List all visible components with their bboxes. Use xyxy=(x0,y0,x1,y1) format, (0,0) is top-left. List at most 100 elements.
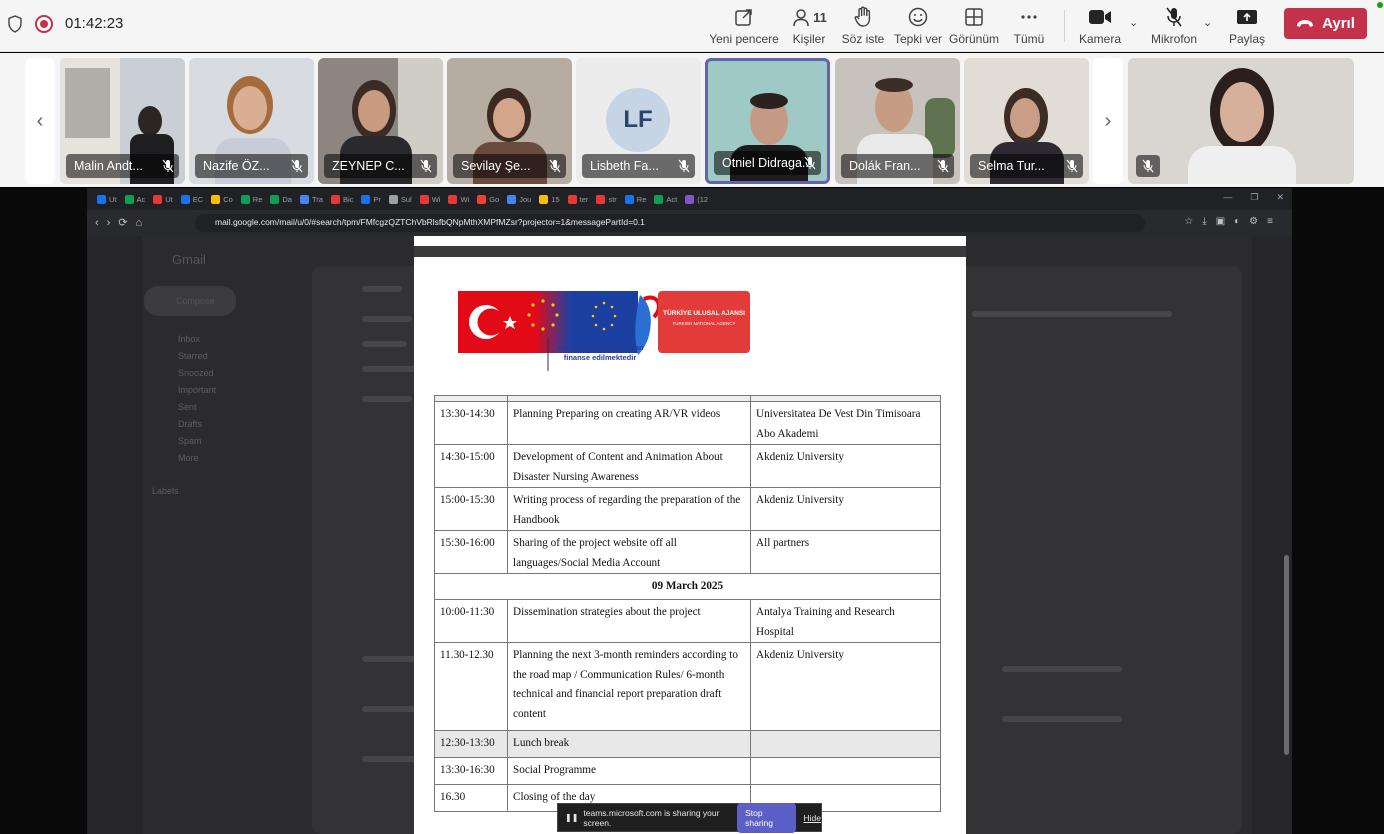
browser-tab[interactable]: Ut xyxy=(149,191,177,207)
muted-mic-icon xyxy=(678,159,690,173)
tab-title: str xyxy=(608,194,617,204)
browser-tab[interactable]: Go xyxy=(473,191,503,207)
browser-tab[interactable]: EC xyxy=(177,191,207,207)
time-cell: 12:30-13:30 xyxy=(434,730,508,758)
view-button[interactable]: Görünüm xyxy=(948,5,1000,49)
browser-tab[interactable]: (12 xyxy=(681,191,712,207)
browser-tab[interactable]: Re xyxy=(621,191,651,207)
browser-tab[interactable]: Act xyxy=(650,191,681,207)
gmail-folder[interactable]: Important xyxy=(178,385,288,397)
participant-tile[interactable]: ZEYNEP C... xyxy=(318,58,443,184)
table-row: 12:30-13:30 Lunch break xyxy=(434,730,941,758)
nav-buttons[interactable]: ‹›⟳⌂ xyxy=(95,216,150,229)
gmail-labels-heading: Labels xyxy=(152,486,179,496)
time-cell: 13:30-16:30 xyxy=(434,757,508,785)
tab-title: 15 xyxy=(551,194,560,204)
participant-tile[interactable]: Selma Tur... xyxy=(964,58,1089,184)
responsible-cell xyxy=(750,730,941,758)
participant-tile[interactable]: Sevilay Şe... xyxy=(447,58,572,184)
browser-tab[interactable]: Wi xyxy=(444,191,473,207)
tab-favicon-icon xyxy=(567,194,577,204)
toolbar-divider xyxy=(1064,10,1065,42)
participants-strip: ‹ Malin Andt... Nazife ÖZ... ZEYNEP C...… xyxy=(0,53,1384,187)
tab-favicon-icon xyxy=(388,194,398,204)
compose-button[interactable]: Compose xyxy=(144,286,236,316)
raise-hand-button[interactable]: Söz iste xyxy=(840,5,886,49)
browser-tab[interactable]: Jou xyxy=(503,191,535,207)
participant-tile[interactable]: Malin Andt... xyxy=(60,58,185,184)
browser-tab[interactable]: Wi xyxy=(416,191,445,207)
tab-title: Wi xyxy=(431,194,441,204)
responsible-cell: All partners xyxy=(750,530,941,574)
share-button[interactable]: Paylaş xyxy=(1228,5,1266,49)
react-label: Tepki ver xyxy=(893,32,943,46)
recording-icon xyxy=(35,15,53,33)
more-dots-icon xyxy=(1019,5,1039,29)
browser-tab[interactable]: str xyxy=(592,191,620,207)
camera-button[interactable]: Kamera xyxy=(1078,5,1122,49)
participant-tile-active-speaker[interactable]: Otniel Didraga... xyxy=(705,58,830,184)
schedule-table: 13:30-14:30 Planning Preparing on creati… xyxy=(434,395,941,812)
browser-tab[interactable]: Sul xyxy=(385,191,416,207)
gmail-folder[interactable]: Spam xyxy=(178,436,288,448)
restore-icon[interactable]: ❐ xyxy=(1250,192,1258,203)
tab-title: Wi xyxy=(460,194,470,204)
self-view-tile[interactable] xyxy=(1128,58,1354,184)
participant-tile[interactable]: Dolák Fran... xyxy=(835,58,960,184)
browser-tab[interactable]: ter xyxy=(564,191,593,207)
participant-tile[interactable]: Nazife ÖZ... xyxy=(189,58,314,184)
tab-title: Bic xyxy=(342,194,354,204)
browser-window: Ut Ac Ut EC Co Re Da Tra Bic Pr Sul Wi Wi Go Jou 15 ter s… xyxy=(87,188,1292,834)
tab-title: Ut xyxy=(109,194,117,204)
camera-options-chevron-icon[interactable]: ⌄ xyxy=(1129,16,1138,29)
gmail-folder[interactable]: Sent xyxy=(178,402,288,414)
tab-favicon-icon xyxy=(624,194,634,204)
next-participants-button[interactable]: › xyxy=(1093,58,1123,184)
shared-screen: Ut Ac Ut EC Co Re Da Tra Bic Pr Sul Wi Wi Go Jou 15 ter s… xyxy=(0,188,1384,834)
gmail-folder[interactable]: Snoozed xyxy=(178,368,288,380)
mic-button[interactable]: Mikrofon xyxy=(1150,5,1198,49)
browser-tab[interactable]: Pr xyxy=(357,191,385,207)
address-bar[interactable]: mail.google.com/mail/u/0/#search/tpm/FMf… xyxy=(195,214,1145,232)
gmail-folder[interactable]: More xyxy=(178,453,288,465)
leave-button[interactable]: Ayrıl xyxy=(1284,8,1367,39)
stop-sharing-button[interactable]: Stop sharing xyxy=(737,802,796,833)
participant-tile[interactable]: LF Lisbeth Fa... xyxy=(576,58,701,184)
browser-tab[interactable]: Tra xyxy=(296,191,327,207)
gmail-scrollbar[interactable] xyxy=(1284,555,1289,755)
new-window-label: Yeni pencere xyxy=(709,32,779,46)
hide-sharing-bar-link[interactable]: Hide xyxy=(804,813,821,823)
responsible-cell: Akdeniz University xyxy=(750,642,941,731)
mic-options-chevron-icon[interactable]: ⌄ xyxy=(1203,16,1212,29)
table-row: 11.30-12.30 Planning the next 3-month re… xyxy=(434,642,941,731)
tab-favicon-icon xyxy=(596,194,606,204)
browser-tab[interactable]: Ut xyxy=(93,191,121,207)
browser-tab[interactable]: Ac xyxy=(121,191,150,207)
gmail-folder[interactable]: Starred xyxy=(178,351,288,363)
time-cell: 16.30 xyxy=(434,784,508,812)
camera-icon xyxy=(1088,5,1112,29)
more-button[interactable]: Tümü xyxy=(1012,5,1046,49)
tab-favicon-icon xyxy=(97,194,106,204)
hand-icon xyxy=(853,5,873,29)
browser-tab[interactable]: Co xyxy=(207,191,237,207)
tab-title: Act xyxy=(666,194,678,204)
browser-tab[interactable]: 15 xyxy=(535,191,563,207)
previous-participants-button[interactable]: ‹ xyxy=(25,58,55,184)
new-window-button[interactable]: Yeni pencere xyxy=(708,5,780,49)
smiley-icon xyxy=(908,5,928,29)
close-icon[interactable]: ✕ xyxy=(1276,192,1284,203)
gmail-folder[interactable]: Inbox xyxy=(178,334,288,346)
minimize-icon[interactable]: — xyxy=(1223,192,1232,203)
people-button[interactable]: 11 Kişiler xyxy=(788,5,830,49)
table-row: 15:00-15:30 Writing process of regarding… xyxy=(434,487,941,531)
tab-title: Sul xyxy=(400,194,412,204)
extension-icons[interactable]: ☆⤓▣◐⚙≡ xyxy=(1184,216,1282,227)
activity-cell: Planning the next 3-month reminders acco… xyxy=(507,642,751,731)
gmail-folder[interactable]: Drafts xyxy=(178,419,288,431)
react-button[interactable]: Tepki ver xyxy=(894,5,942,49)
browser-tab[interactable]: Da xyxy=(266,191,296,207)
funding-logo: TÜRKİYE ULUSAL AJANSI TURKISH NATIONAL A… xyxy=(458,289,750,371)
browser-tab[interactable]: Re xyxy=(237,191,267,207)
browser-tab[interactable]: Bic xyxy=(327,191,357,207)
